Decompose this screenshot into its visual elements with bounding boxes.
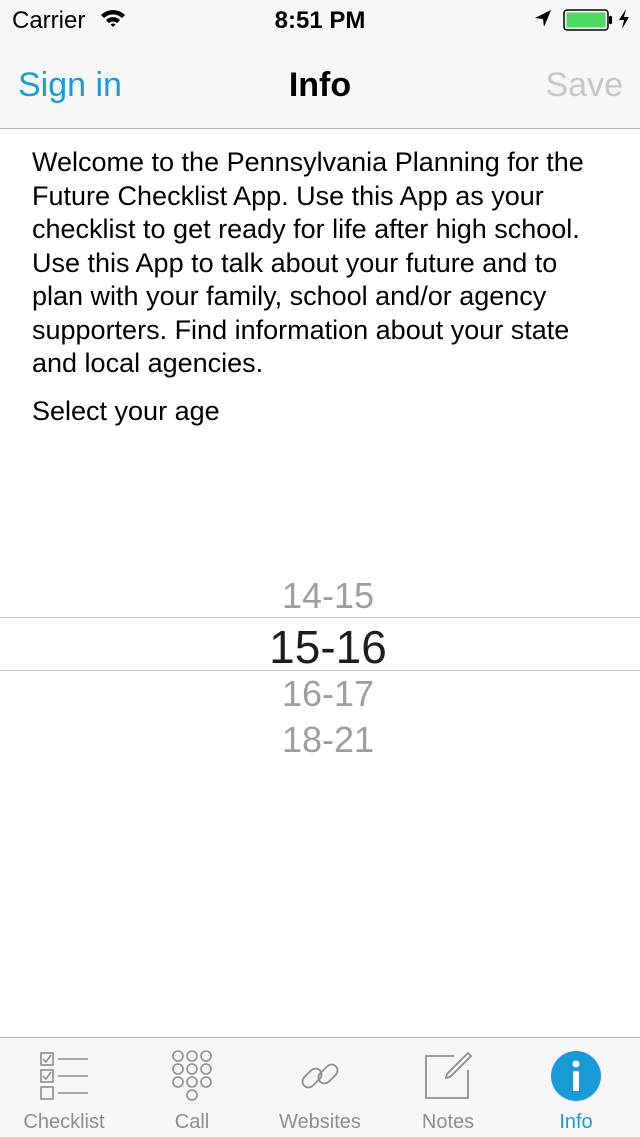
- picker-selection-line-top: [0, 617, 640, 618]
- tab-label: Call: [174, 1111, 210, 1133]
- notes-icon: [384, 1048, 512, 1104]
- tab-label: Info: [559, 1111, 593, 1133]
- page-title: Info: [288, 66, 352, 104]
- tab-checklist[interactable]: Checklist: [0, 1038, 128, 1137]
- navigation-bar: Sign in Info Save: [0, 40, 640, 129]
- info-icon: [512, 1048, 640, 1104]
- battery-icon: [563, 9, 613, 36]
- age-picker[interactable]: 14-15 15-16 16-17 18-21: [0, 560, 640, 780]
- age-option[interactable]: 18-21: [0, 719, 640, 761]
- age-option[interactable]: 14-15: [0, 575, 640, 617]
- keypad-icon: [128, 1048, 256, 1104]
- tab-label: Websites: [279, 1111, 361, 1133]
- select-age-label: Select your age: [32, 396, 220, 426]
- tab-websites[interactable]: Websites: [256, 1038, 384, 1137]
- tab-info[interactable]: Info: [512, 1038, 640, 1137]
- tab-call[interactable]: Call: [128, 1038, 256, 1137]
- location-arrow-icon: [534, 9, 552, 34]
- age-option-selected[interactable]: 15-16: [0, 620, 640, 674]
- tab-notes[interactable]: Notes: [384, 1038, 512, 1137]
- link-icon: [256, 1048, 384, 1104]
- status-bar: Carrier 8:51 PM: [0, 0, 640, 40]
- welcome-text: Welcome to the Pennsylvania Planning for…: [32, 147, 584, 378]
- tab-label: Notes: [421, 1111, 475, 1133]
- checklist-icon: [0, 1048, 128, 1104]
- charging-bolt-icon: [618, 8, 630, 35]
- save-button[interactable]: Save: [546, 66, 624, 105]
- tab-bar: Checklist Call Websites Notes Info: [0, 1037, 640, 1137]
- tab-label: Checklist: [23, 1111, 105, 1133]
- age-option[interactable]: 16-17: [0, 673, 640, 715]
